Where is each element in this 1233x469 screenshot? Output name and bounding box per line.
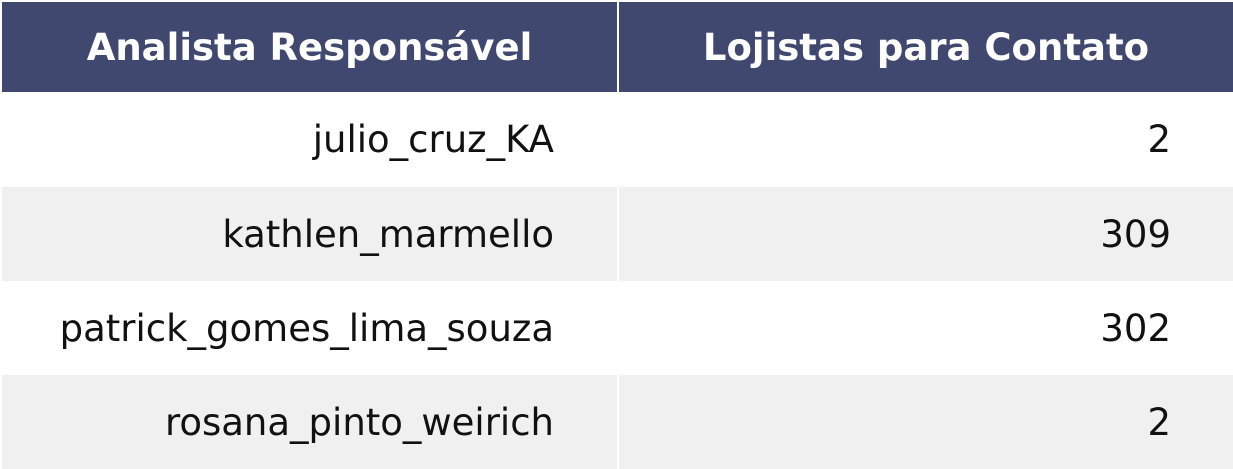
analyst-name-cell: patrick_gomes_lima_souza (2, 281, 617, 375)
contact-count-cell: 302 (619, 281, 1233, 375)
table-header-row: Analista Responsável Lojistas para Conta… (2, 2, 1233, 92)
analyst-name-cell: rosana_pinto_weirich (2, 375, 617, 469)
table-row: kathlen_marmello 309 (2, 187, 1233, 281)
contact-count-cell: 309 (619, 187, 1233, 281)
table-row: rosana_pinto_weirich 2 (2, 375, 1233, 469)
table-row: julio_cruz_KA 2 (2, 92, 1233, 187)
table-row: patrick_gomes_lima_souza 302 (2, 281, 1233, 375)
column-header-lojistas: Lojistas para Contato (619, 2, 1233, 92)
column-header-analista: Analista Responsável (2, 2, 617, 92)
data-table: Analista Responsável Lojistas para Conta… (2, 2, 1233, 469)
contact-count-cell: 2 (619, 375, 1233, 469)
analyst-name-cell: kathlen_marmello (2, 187, 617, 281)
analyst-name-cell: julio_cruz_KA (2, 92, 617, 187)
contact-count-cell: 2 (619, 92, 1233, 187)
